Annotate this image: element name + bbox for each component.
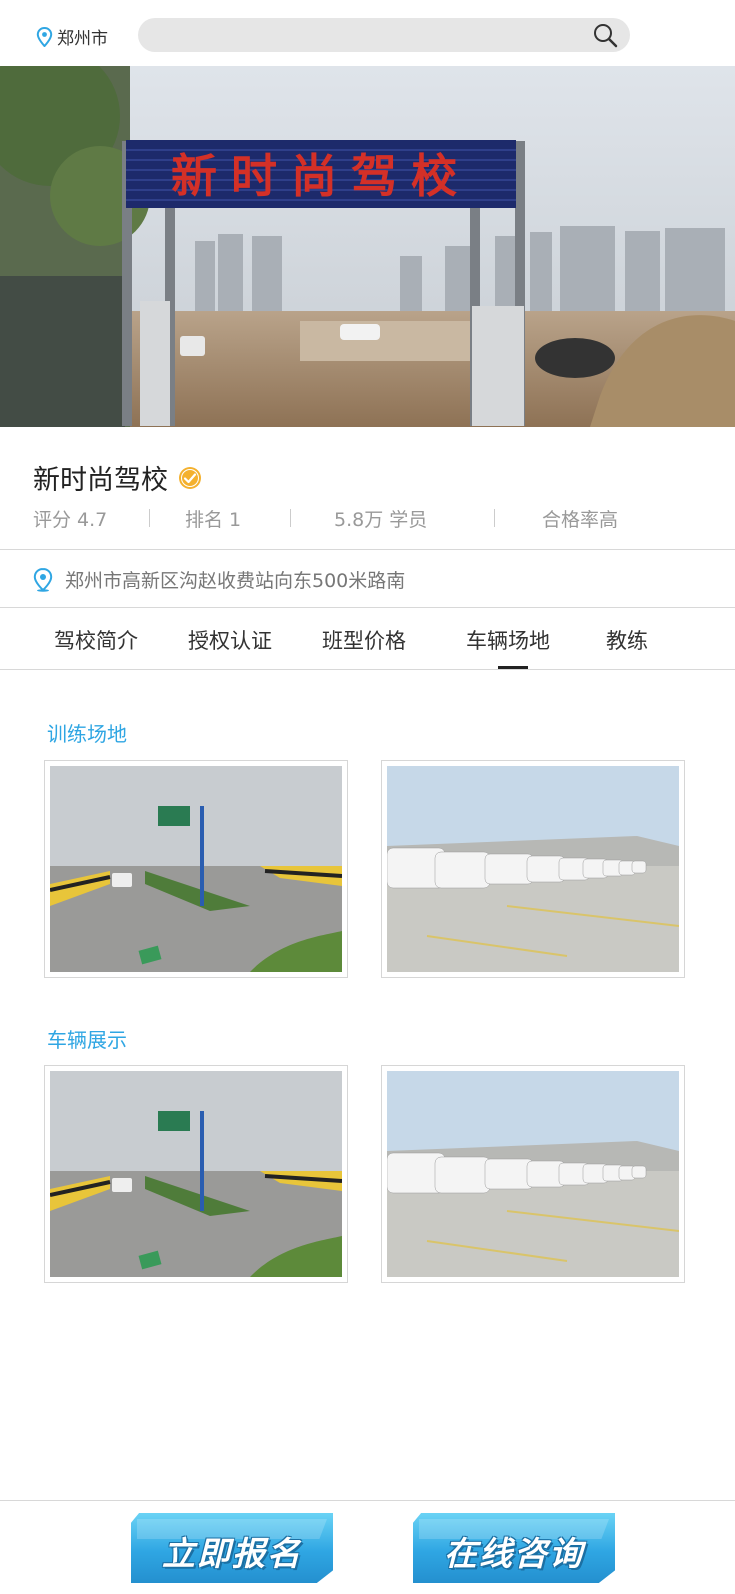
students-stat: 5.8万 学员 <box>334 509 428 531</box>
school-name-text: 新时尚驾校 <box>33 465 168 496</box>
search-icon[interactable] <box>592 22 618 48</box>
stat-divider <box>149 509 150 527</box>
school-stats: 评分 4.7 排名 1 5.8万 学员 合格率高 <box>33 505 703 531</box>
tab-pricing[interactable]: 班型价格 <box>322 625 406 655</box>
divider <box>0 549 735 550</box>
vehicle-photo-2[interactable] <box>381 1065 685 1283</box>
verified-badge-icon <box>179 466 201 489</box>
location-selector[interactable]: 郑州市 <box>36 24 108 49</box>
school-name: 新时尚驾校 <box>33 458 202 497</box>
divider <box>0 669 735 670</box>
location-label: 郑州市 <box>57 29 108 49</box>
consult-button-label: 在线咨询 <box>444 1534 584 1573</box>
search-input[interactable] <box>138 18 630 52</box>
tab-authorization[interactable]: 授权认证 <box>188 625 272 655</box>
divider <box>0 607 735 608</box>
stat-divider <box>494 509 495 527</box>
pass-rate-stat: 合格率高 <box>542 509 619 531</box>
school-address[interactable]: 郑州市高新区沟赵收费站向东500米路南 <box>33 566 405 593</box>
bottom-action-bar: 立即报名 在线咨询 <box>0 1500 735 1594</box>
signup-button[interactable]: 立即报名 <box>131 1513 333 1583</box>
stat-divider <box>290 509 291 527</box>
address-text: 郑州市高新区沟赵收费站向东500米路南 <box>65 570 406 592</box>
section-title-vehicles: 车辆展示 <box>47 1028 127 1052</box>
tab-vehicles-ground[interactable]: 车辆场地 <box>466 625 550 655</box>
app-page: 郑州市 新时尚驾校 新时尚驾校 评分 4.7 排名 1 5.8万 学员 合格率高… <box>0 0 735 1594</box>
location-pin-icon <box>36 26 53 47</box>
rank-stat: 排名 1 <box>185 509 242 531</box>
vehicle-lot-photo[interactable] <box>381 760 685 978</box>
consult-button[interactable]: 在线咨询 <box>413 1513 615 1583</box>
vehicle-photo-1[interactable] <box>44 1065 348 1283</box>
tab-bar: 驾校简介 授权认证 班型价格 车辆场地 教练 <box>0 609 735 669</box>
location-pin-icon <box>33 567 53 592</box>
rating-stat: 评分 4.7 <box>33 509 108 531</box>
school-hero-image: 新时尚驾校 <box>0 66 735 427</box>
signup-button-label: 立即报名 <box>162 1534 302 1573</box>
top-bar: 郑州市 <box>0 0 735 66</box>
tab-intro[interactable]: 驾校简介 <box>54 625 138 655</box>
section-title-training-ground: 训练场地 <box>47 722 127 746</box>
gate-sign-text: 新时尚驾校 <box>171 149 471 203</box>
training-ground-photo[interactable] <box>44 760 348 978</box>
tab-coaches[interactable]: 教练 <box>606 625 648 655</box>
